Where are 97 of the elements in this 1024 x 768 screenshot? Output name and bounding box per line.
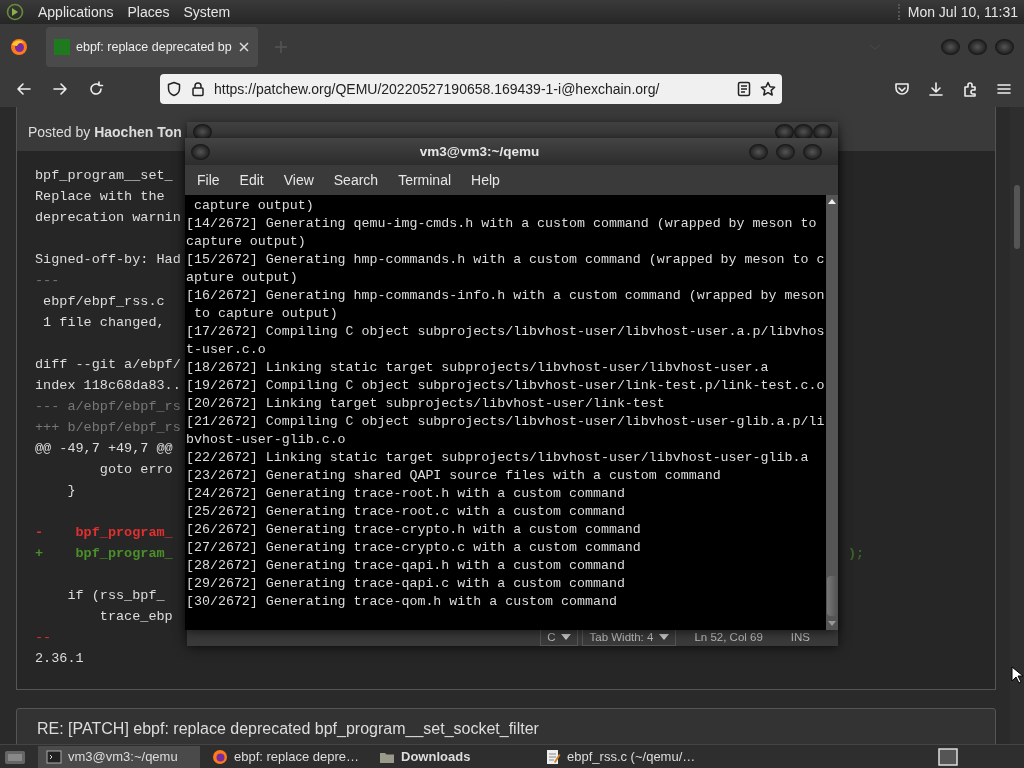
terminal-line: [14/2672] Generating qemu-img-cmds.h with a custom command (wrapped by meson to [186,215,818,233]
panel-menu-item[interactable]: Places [127,4,170,20]
star-icon[interactable] [760,80,776,97]
browser-logo-icon[interactable] [10,38,28,56]
terminal-line: apture output) [186,269,299,287]
terminal-line: capture output) [186,233,307,251]
browser-logo-icon [212,748,228,765]
taskbar-button[interactable]: ebpf: replace depre… [204,745,368,768]
terminal-line: [26/2672] Generating trace-crypto.h with a custom command [186,521,642,539]
panel-menu-item[interactable]: Applications [38,4,114,20]
diff-header-line: --- a/ebpf/ebpf_rs [35,399,181,414]
pocket-icon[interactable] [894,80,910,97]
window-control-button[interactable] [749,143,768,160]
terminal-line: [17/2672] Compiling C object subprojects/libvhost-user/libvhost-user.a.p/libvhos [186,323,826,341]
panel-menu-item[interactable]: System [183,4,231,20]
terminal-line: [24/2672] Generating trace-root.h with a custom command [186,485,626,503]
menu-item[interactable]: File [187,172,230,188]
window-control-button[interactable] [995,39,1014,55]
removed-line: - bpf_program_ [35,525,173,540]
code-line: diff --git a/ebpf/ [35,357,181,372]
terminal-line: [16/2672] Generating hmp-commands-info.h with a custom command (wrapped by meson [186,287,826,305]
menu-item[interactable]: Help [461,172,510,188]
code-line: deprecation warnin [35,210,181,225]
terminal-line: t-user.c.o [186,341,267,359]
mouse-pointer-icon [1011,666,1023,684]
posted-by-text: Posted by Haochen Ton [28,124,182,140]
shield-icon[interactable] [166,80,182,97]
terminal-line: [29/2672] Generating trace-qapi.c with a custom command [186,575,626,593]
caret-icon [659,634,670,640]
code-line: ebpf/ebpf_rss.c [42,294,165,309]
insert-mode: INS [789,631,811,643]
taskbar-button[interactable]: ebpf_rss.c (~/qemu/… [537,745,704,768]
terminal-line: [15/2672] Generating hmp-commands.h with a custom command (wrapped by meson to c [186,251,826,269]
menu-item[interactable]: Search [323,172,389,188]
menu-item[interactable]: View [273,172,324,188]
window-control-button[interactable] [968,39,987,55]
page-scrollbar[interactable] [1010,107,1024,744]
cursor-position: Ln 52, Col 69 [693,631,764,643]
terminal-icon [46,748,62,765]
caret-icon [561,634,572,640]
menu-item[interactable]: Edit [229,172,274,188]
terminal-line: [27/2672] Generating trace-crypto.c with a custom command [186,539,642,557]
diff-header-line: +++ b/ebpf/ebpf_rs [35,420,181,435]
taskbar-button[interactable]: vm3@vm3:~/qemu [38,745,200,768]
distro-logo-icon[interactable] [6,3,24,21]
code-line: Replace with the [35,189,165,204]
code-line: index 118c68da83.. [35,378,181,393]
code-fragment: ); [848,545,865,563]
window-control-button[interactable] [776,143,795,160]
diff-header-line: --- [35,273,60,288]
code-line: @@ -49,7 +49,7 @@ [35,441,173,456]
address-field[interactable]: https://patchew.org/QEMU/20220527190658.169439-1-i@hexchain.org/ [160,73,782,104]
workspace-switcher-icon[interactable] [938,747,958,766]
window-control-button[interactable] [941,39,960,55]
download-icon[interactable] [928,80,944,97]
terminal-line: [30/2672] Generating trace-qom.h with a custom command [186,593,618,611]
signature-separator: -- [35,630,52,645]
code-line: Signed-off-by: Had [35,252,181,267]
reply-subject[interactable]: RE: [PATCH] ebpf: replace deprecated bpf_program__set_socket_filter [37,720,539,738]
window-control-button[interactable] [803,143,822,160]
lock-icon[interactable] [190,80,206,97]
close-icon[interactable] [238,41,250,53]
extensions-icon[interactable] [962,80,978,97]
added-line: + bpf_program_ [35,546,173,561]
terminal-line: [25/2672] Generating trace-root.c with a custom command [186,503,626,521]
terminal-line: [28/2672] Generating trace-qapi.h with a custom command [186,557,626,575]
new-tab-icon[interactable] [274,40,288,54]
menu-item[interactable]: Terminal [388,172,462,188]
terminal-line: [21/2672] Compiling C object subprojects/libvhost-user/libvhost-user-glib.a.p/li [186,413,826,431]
scrollbar-thumb[interactable] [1014,185,1020,249]
terminal-line: capture output) [192,197,315,215]
terminal-line: to capture output) [192,305,339,323]
code-line: bpf_program__set_ [35,168,173,183]
terminal-line: [23/2672] Generating shared QAPI source files with a custom command [186,467,722,485]
code-line: trace_ebp [98,609,173,624]
window-title: vm3@vm3:~/qemu [418,144,541,159]
terminal-line: [18/2672] Linking static target subprojects/libvhost-user/libvhost-user.a [186,359,770,377]
code-line: 1 file changed, [42,315,165,330]
code-line: } [66,483,76,498]
terminal-line: [20/2672] Linking target subprojects/libvhost-user/link-test [186,395,666,413]
code-line: goto erro [98,462,173,477]
code-line: 2.36.1 [35,651,84,666]
scroll-up-icon[interactable] [827,197,837,205]
clock[interactable]: Mon Jul 10, 11:31 [897,4,1018,20]
taskbar-button[interactable]: Downloads [371,745,534,768]
window-menu-button[interactable] [191,143,210,160]
terminal-line: [22/2672] Linking static target subprojects/libvhost-user/libvhost-user-glib.a [186,449,810,467]
terminal-scrollbar[interactable] [826,195,838,630]
browser-tab[interactable]: ebpf: replace deprecated bp [46,27,258,67]
scrollbar-thumb[interactable] [827,576,837,616]
text-editor-icon [545,748,562,765]
reader-view-icon[interactable] [736,80,752,97]
terminal-line: [19/2672] Compiling C object subprojects/libvhost-user/link-test.p/link-test.c.o [186,377,826,395]
code-line: if (rss_bpf_ [66,588,165,603]
site-favicon-icon [54,39,70,55]
reply-card[interactable]: RE: [PATCH] ebpf: replace deprecated bpf_program__set_socket_filter [16,708,996,744]
terminal-line: bvhost-user-glib.c.o [186,431,347,449]
